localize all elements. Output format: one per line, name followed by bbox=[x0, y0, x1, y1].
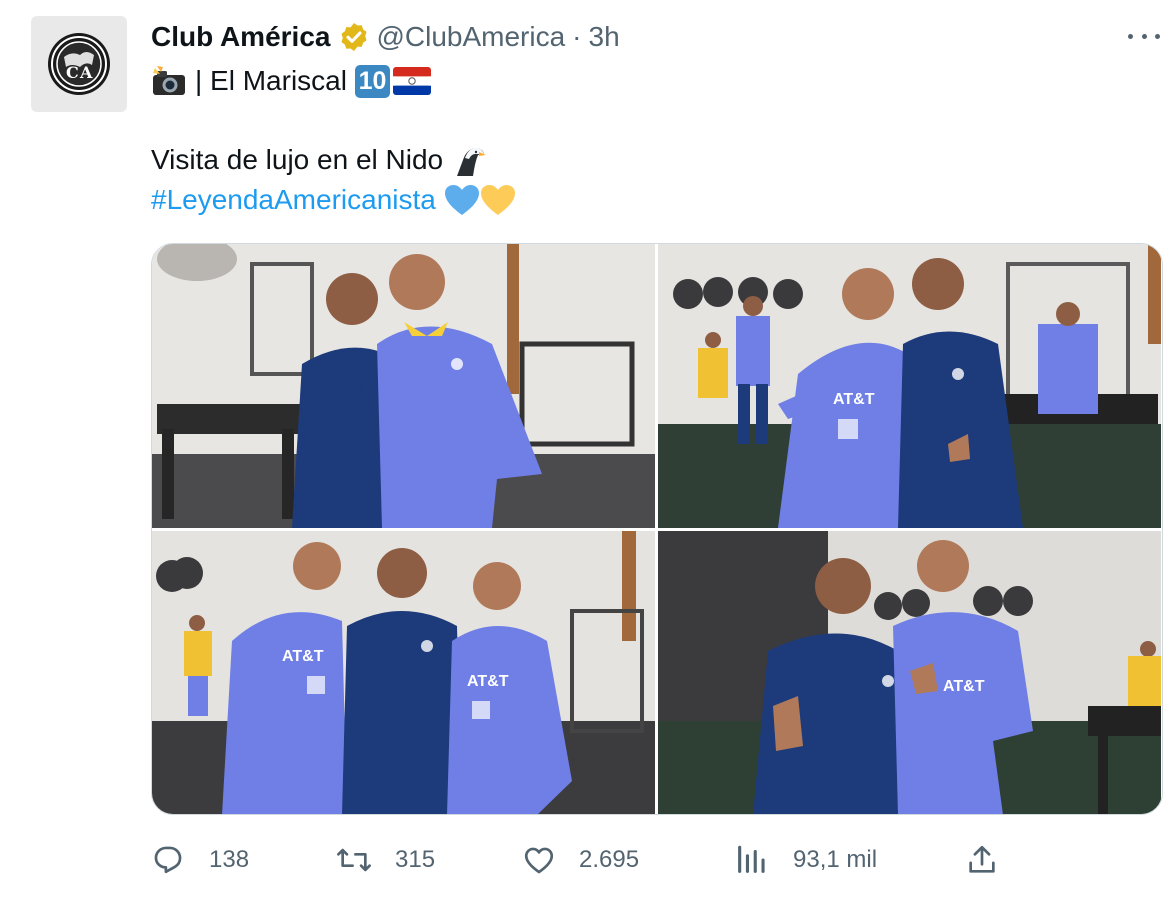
display-name[interactable]: Club América bbox=[151, 21, 330, 53]
like-count: 2.695 bbox=[579, 846, 640, 873]
timestamp[interactable]: 3h bbox=[589, 21, 620, 53]
views-count: 93,1 mil bbox=[793, 846, 878, 873]
yellow-heart-emoji bbox=[480, 184, 516, 216]
camera-flash-emoji bbox=[151, 66, 187, 96]
svg-text:AT&T: AT&T bbox=[943, 678, 985, 695]
reply-button[interactable]: 138 bbox=[151, 838, 249, 882]
separator-dot: · bbox=[572, 21, 582, 52]
eagle-emoji bbox=[451, 142, 487, 178]
svg-text:A: A bbox=[79, 63, 93, 82]
club-america-crest-icon: C A bbox=[48, 33, 110, 95]
tweet-actions: 138 315 2.695 93,1 mil bbox=[151, 838, 1011, 882]
tweet-subtitle: | El Mariscal 10 bbox=[151, 62, 431, 100]
subtitle-text: | El Mariscal bbox=[195, 65, 347, 96]
handle[interactable]: @ClubAmerica bbox=[376, 21, 565, 53]
like-button[interactable]: 2.695 bbox=[521, 838, 639, 882]
retweet-count: 315 bbox=[395, 846, 436, 873]
heart-icon bbox=[524, 847, 554, 874]
views-chart-icon bbox=[738, 845, 765, 873]
reply-icon bbox=[154, 846, 182, 874]
photo-3[interactable]: AT&T AT&T bbox=[152, 531, 655, 814]
verified-badge-icon[interactable] bbox=[338, 21, 370, 53]
avatar[interactable]: C A bbox=[31, 16, 127, 112]
photo-4[interactable]: AT&T bbox=[658, 531, 1161, 814]
reply-count: 138 bbox=[209, 846, 250, 873]
paraguay-flag-emoji bbox=[392, 67, 431, 95]
svg-text:C: C bbox=[66, 63, 79, 82]
svg-text:AT&T: AT&T bbox=[282, 648, 324, 665]
tweet-text: Visita de lujo en el Nido #LeyendaAmeric… bbox=[151, 140, 516, 220]
tweet-header: Club América @ClubAmerica · 3h bbox=[151, 18, 620, 56]
views-button[interactable]: 93,1 mil bbox=[735, 838, 877, 882]
tweet-text-line: Visita de lujo en el Nido bbox=[151, 144, 444, 175]
retweet-button[interactable]: 315 bbox=[335, 838, 435, 882]
photo-1[interactable] bbox=[152, 244, 655, 528]
retweet-icon bbox=[337, 848, 371, 872]
photo-2[interactable]: AT&T bbox=[658, 244, 1161, 528]
blue-heart-emoji bbox=[444, 184, 480, 216]
more-options-icon[interactable] bbox=[1128, 24, 1160, 48]
share-button[interactable] bbox=[965, 838, 999, 882]
share-icon bbox=[969, 845, 995, 873]
svg-text:AT&T: AT&T bbox=[467, 673, 509, 690]
media-grid: AT&T AT&T AT&T AT&T bbox=[151, 243, 1163, 815]
hashtag-link[interactable]: #LeyendaAmericanista bbox=[151, 180, 436, 220]
svg-text:AT&T: AT&T bbox=[833, 391, 875, 408]
keycap-10-emoji: 10 bbox=[354, 64, 390, 98]
